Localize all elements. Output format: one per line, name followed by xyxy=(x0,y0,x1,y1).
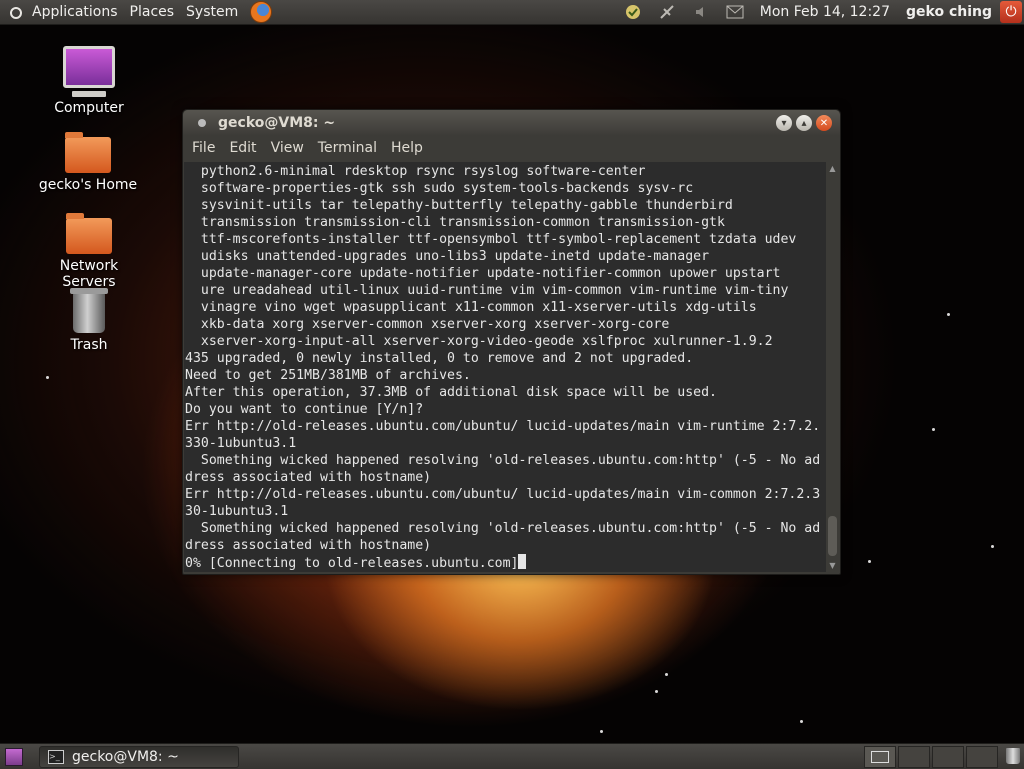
terminal-line: 435 upgraded, 0 newly installed, 0 to re… xyxy=(185,351,694,366)
terminal-line: Something wicked happened resolving 'old… xyxy=(185,453,821,468)
window-title: gecko@VM8: ~ xyxy=(218,115,336,131)
menu-places[interactable]: Places xyxy=(124,0,181,24)
terminal-line: Do you want to continue [Y/n]? xyxy=(185,402,424,417)
terminal-line: xkb-data xorg xserver-common xserver-xor… xyxy=(185,317,670,332)
desktop-icon-label: gecko's Home xyxy=(38,177,138,193)
network-disconnected-icon[interactable] xyxy=(658,4,676,20)
terminal-line: transmission transmission-cli transmissi… xyxy=(185,215,725,230)
terminal-line: 30-1ubuntu3.1 xyxy=(185,504,289,519)
desktop-icon-home[interactable]: gecko's Home xyxy=(33,132,143,193)
desktop-icon-label: Trash xyxy=(70,337,108,353)
menu-edit[interactable]: Edit xyxy=(223,140,262,156)
menu-applications[interactable]: Applications xyxy=(26,0,124,24)
computer-icon xyxy=(63,46,115,97)
scroll-up-icon[interactable]: ▲ xyxy=(826,162,839,175)
ubuntu-logo-icon[interactable] xyxy=(6,3,24,21)
desktop-icon-label: Network Servers xyxy=(59,258,119,290)
workspace-1[interactable] xyxy=(864,745,896,768)
terminal-menubar: File Edit View Terminal Help xyxy=(183,136,840,160)
terminal-line: Something wicked happened resolving 'old… xyxy=(185,521,821,536)
scroll-down-icon[interactable]: ▼ xyxy=(826,559,839,572)
menu-terminal[interactable]: Terminal xyxy=(312,140,383,156)
terminal-line: Err http://old-releases.ubuntu.com/ubunt… xyxy=(185,487,821,502)
menu-help[interactable]: Help xyxy=(385,140,429,156)
terminal-line: software-properties-gtk ssh sudo system-… xyxy=(185,181,694,196)
star xyxy=(665,673,668,676)
star xyxy=(800,720,803,723)
firefox-launcher-icon[interactable] xyxy=(250,1,273,23)
terminal-line: Err http://old-releases.ubuntu.com/ubunt… xyxy=(185,419,821,434)
desktop-icon-trash[interactable]: Trash xyxy=(34,288,144,353)
clock[interactable]: Mon Feb 14, 12:27 xyxy=(752,4,898,20)
terminal-cursor xyxy=(518,554,527,569)
update-notifier-icon[interactable] xyxy=(624,4,642,20)
terminal-line: python2.6-minimal rdesktop rsync rsyslog… xyxy=(185,164,646,179)
desktop-icon-network-servers[interactable]: Network Servers xyxy=(34,213,144,290)
mail-icon[interactable] xyxy=(726,4,744,20)
trash-applet-icon[interactable] xyxy=(1006,748,1020,764)
terminal-line: Need to get 251MB/381MB of archives. xyxy=(185,368,471,383)
bottom-panel: >_ gecko@VM8: ~ xyxy=(0,743,1024,769)
window-titlebar[interactable]: gecko@VM8: ~ ▾ ▴ ✕ xyxy=(183,110,840,136)
terminal-line: After this operation, 37.3MB of addition… xyxy=(185,385,717,400)
terminal-line: xserver-xorg-input-all xserver-xorg-vide… xyxy=(185,334,773,349)
star xyxy=(991,545,994,548)
workspace-2[interactable] xyxy=(898,745,930,768)
scroll-thumb[interactable] xyxy=(828,516,837,556)
terminal-line: ure ureadahead util-linux uuid-runtime v… xyxy=(185,283,789,298)
terminal-icon: >_ xyxy=(48,749,64,764)
menu-system[interactable]: System xyxy=(180,0,244,24)
close-icon[interactable]: ✕ xyxy=(816,115,832,131)
terminal-line: dress associated with hostname) xyxy=(185,538,432,553)
terminal-line: udisks unattended-upgrades uno-libs3 upd… xyxy=(185,249,710,264)
terminal-line: dress associated with hostname) xyxy=(185,470,432,485)
terminal-line: 330-1ubuntu3.1 xyxy=(185,436,297,451)
menu-view[interactable]: View xyxy=(265,140,310,156)
terminal-output[interactable]: python2.6-minimal rdesktop rsync rsyslog… xyxy=(184,162,826,572)
star xyxy=(655,690,658,693)
star xyxy=(46,376,49,379)
terminal-line: vinagre vino wget wpasupplicant x11-comm… xyxy=(185,300,757,315)
terminal-line: sysvinit-utils tar telepathy-butterfly t… xyxy=(185,198,733,213)
home-folder-icon xyxy=(65,132,111,173)
terminal-text: python2.6-minimal rdesktop rsync rsyslog… xyxy=(184,162,826,572)
window-menu-icon[interactable] xyxy=(198,119,206,127)
user-menu[interactable]: geko ching xyxy=(898,4,1000,20)
star xyxy=(947,313,950,316)
terminal-window[interactable]: gecko@VM8: ~ ▾ ▴ ✕ File Edit View Termin… xyxy=(182,109,841,575)
terminal-line: update-manager-core update-notifier upda… xyxy=(185,266,781,281)
power-icon[interactable]: ⏻ xyxy=(1000,1,1022,23)
volume-icon[interactable] xyxy=(692,4,710,20)
trash-icon xyxy=(70,288,108,333)
terminal-scrollbar[interactable]: ▲ ▼ xyxy=(826,162,839,572)
workspace-4[interactable] xyxy=(966,745,998,768)
window-controls: ▾ ▴ ✕ xyxy=(772,115,832,131)
maximize-icon[interactable]: ▴ xyxy=(796,115,812,131)
taskbar-label: gecko@VM8: ~ xyxy=(72,748,179,765)
terminal-line: ttf-mscorefonts-installer ttf-opensymbol… xyxy=(185,232,797,247)
network-folder-icon xyxy=(66,213,112,254)
terminal-prompt-line: 0% [Connecting to old-releases.ubuntu.co… xyxy=(185,556,519,571)
top-panel: Applications Places System Mon Feb 14, 1… xyxy=(0,0,1024,25)
desktop-icon-computer[interactable]: Computer xyxy=(34,46,144,116)
star xyxy=(868,560,871,563)
desktop-icon-label: Computer xyxy=(54,100,124,116)
star xyxy=(600,730,603,733)
workspace-3[interactable] xyxy=(932,745,964,768)
panel-tray: Mon Feb 14, 12:27 geko ching ⏻ xyxy=(616,0,1024,24)
star xyxy=(932,428,935,431)
menu-file[interactable]: File xyxy=(186,140,221,156)
taskbar-terminal-button[interactable]: >_ gecko@VM8: ~ xyxy=(39,745,239,768)
workspace-switcher xyxy=(862,745,998,768)
minimize-icon[interactable]: ▾ xyxy=(776,115,792,131)
show-desktop-icon[interactable] xyxy=(5,747,23,766)
